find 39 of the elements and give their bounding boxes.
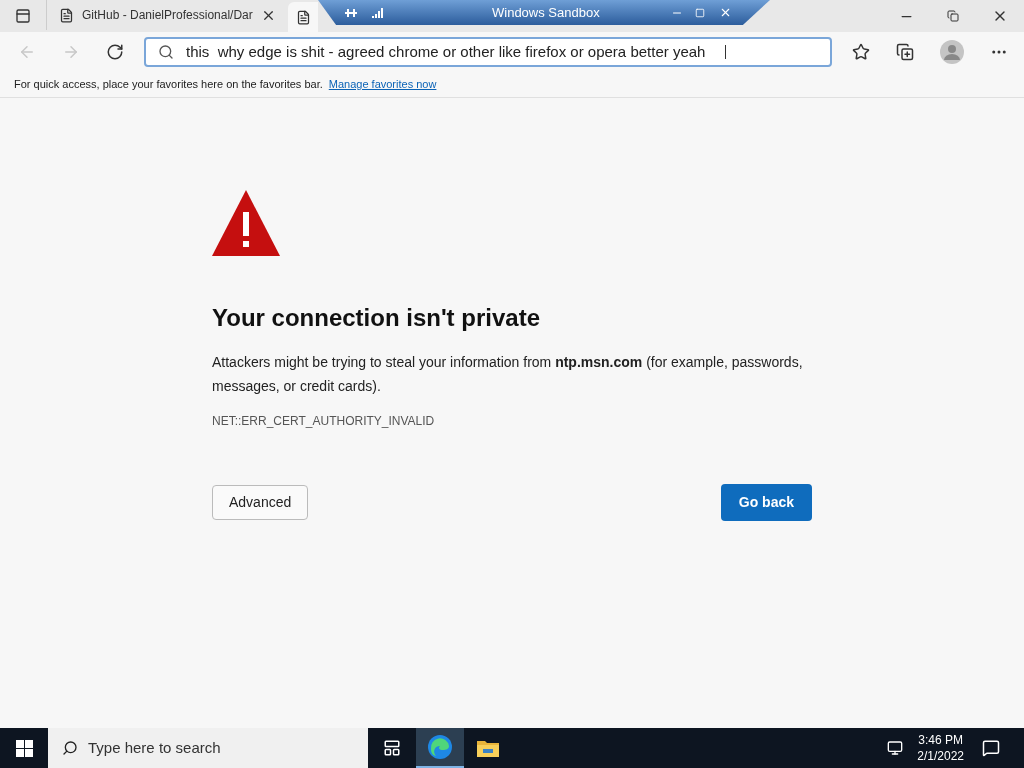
search-icon xyxy=(158,44,174,60)
maximize-icon[interactable] xyxy=(695,7,705,18)
address-field[interactable]: this why edge is shit - agreed chrome or other like firefox or opera better yeah xyxy=(144,37,832,67)
signal-icon xyxy=(372,6,384,19)
favorites-icon[interactable] xyxy=(852,43,870,61)
profile-icon[interactable] xyxy=(940,40,964,64)
warning-icon xyxy=(212,190,280,256)
taskbar-app[interactable] xyxy=(416,728,464,768)
go-back-button[interactable]: Go back xyxy=(720,484,812,521)
tab-title: GitHub - DanielProfessional/Dar xyxy=(82,7,253,24)
search-icon xyxy=(62,740,78,756)
tab-actions-icon[interactable] xyxy=(15,8,31,24)
browser-icon xyxy=(427,734,453,760)
error-code: NET::ERR_CERT_AUTHORITY_INVALID xyxy=(212,413,436,430)
manage-favorites-link[interactable]: Manage favorites now xyxy=(328,76,437,93)
search-placeholder: Type here to search xyxy=(88,737,221,758)
collections-icon[interactable] xyxy=(896,43,914,61)
clock-time: 3:46 PM xyxy=(918,732,963,748)
close-icon[interactable] xyxy=(719,6,732,19)
network-icon[interactable] xyxy=(887,740,904,756)
clock-date: 2/1/2022 xyxy=(917,748,964,764)
sandbox-title: Windows Sandbox xyxy=(492,3,600,22)
refresh-icon[interactable] xyxy=(106,43,124,61)
page-icon xyxy=(59,7,74,23)
advanced-button[interactable]: Advanced xyxy=(212,485,309,520)
task-view-icon[interactable] xyxy=(383,739,401,757)
browser-tab[interactable] xyxy=(288,2,318,32)
page-icon xyxy=(296,9,311,25)
address-text: this why edge is shit - agreed chrome or other like firefox or opera better yeah xyxy=(186,41,706,62)
taskbar-search-field[interactable]: Type here to search xyxy=(48,728,368,768)
favorites-message: For quick access, place your favorites here on the favorites bar. xyxy=(14,77,323,93)
notifications-icon[interactable] xyxy=(982,739,1000,757)
folder-icon xyxy=(476,738,500,758)
restore-icon[interactable] xyxy=(947,10,959,22)
error-heading: Your connection isn't private xyxy=(212,303,541,333)
error-message: Attackers might be trying to steal your information from ntp.msn.com (for example, passwords, messages, or credit cards). xyxy=(212,353,804,396)
windows-start-icon[interactable] xyxy=(15,739,33,757)
pin-icon xyxy=(344,6,358,19)
text-cursor-icon xyxy=(725,45,727,59)
